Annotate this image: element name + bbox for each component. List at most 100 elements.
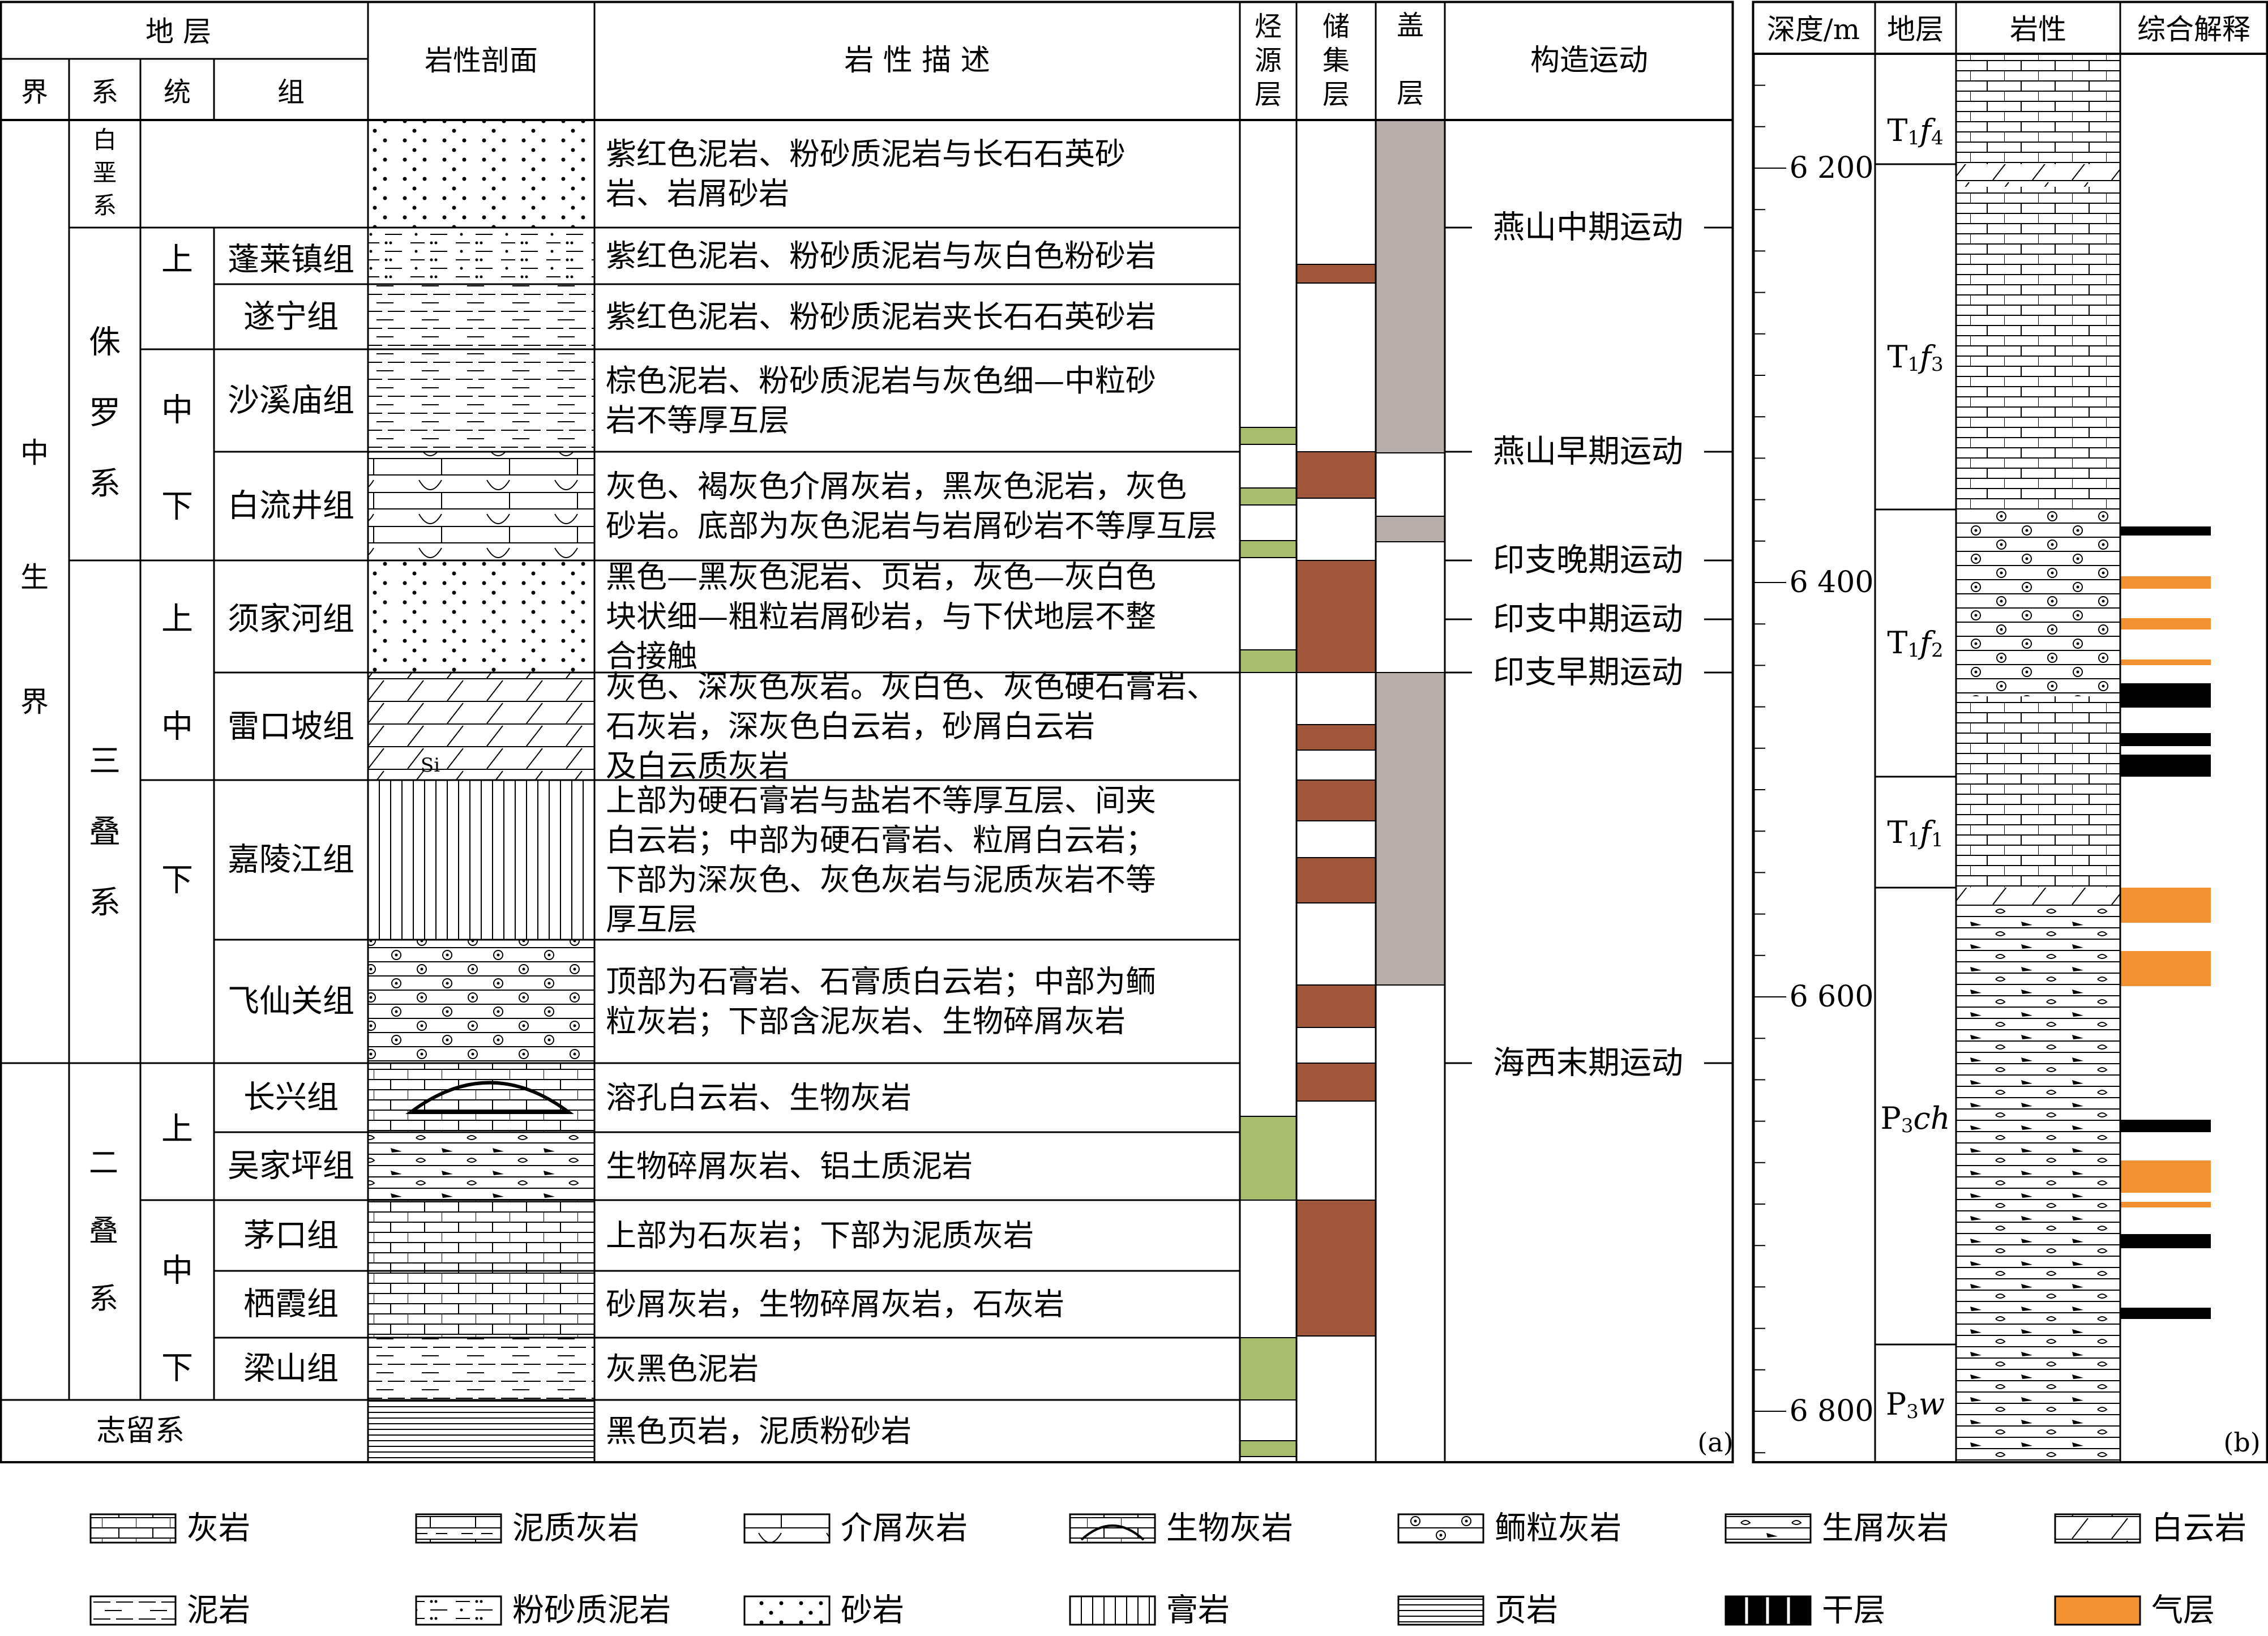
legend-swatch [744, 1596, 829, 1625]
source-header: 源 [1255, 45, 1282, 76]
legend-swatch-gas [2055, 1596, 2140, 1625]
reservoir-layer-fill [1296, 858, 1376, 903]
source-layer-fill [1240, 488, 1296, 505]
era-label: 生 [20, 561, 49, 594]
system-label: 系 [89, 885, 121, 922]
well-strata-label: T1f1 [1887, 815, 1943, 852]
legend-label: 干层 [1822, 1592, 1885, 1629]
cap-layer-fill [1376, 516, 1445, 542]
legend-label: 膏岩 [1166, 1592, 1230, 1629]
depth-tick-label: 6 800 [1790, 1394, 1874, 1428]
reservoir-header: 储 [1323, 11, 1350, 42]
formation-label: 茅口组 [243, 1218, 339, 1254]
stratigraphic-figure: Si 地 层界系统组岩性剖面岩 性 描 述烃源层储集层盖层构造运动中生界二叠系志留… [0, 0, 2268, 1634]
legend-swatch [1398, 1596, 1483, 1625]
description-text: 顶部为石膏岩、石膏质白云岩；中部为鲕 [606, 964, 1156, 1000]
source-header: 烃 [1255, 11, 1282, 42]
series-label: 中 [161, 709, 193, 746]
series-label: 上 [161, 242, 193, 279]
panel-label: (a) [1697, 1427, 1733, 1458]
legend-label: 鲕粒灰岩 [1495, 1510, 1621, 1547]
reservoir-layer-fill [1296, 780, 1376, 821]
source-layer-fill [1240, 1338, 1296, 1400]
formation-label: 长兴组 [243, 1080, 339, 1116]
gas-layer-bar [2120, 888, 2211, 923]
well-lithology-interval [1956, 509, 2120, 696]
tectonic-event-label: 印支早期运动 [1493, 654, 1683, 691]
formation-label: 雷口坡组 [228, 709, 354, 746]
legend-swatch [416, 1596, 501, 1625]
formation-label: 嘉陵江组 [228, 842, 354, 879]
description-text: 黑色页岩，泥质粉砂岩 [606, 1414, 912, 1449]
dry-layer-bar [2120, 1308, 2211, 1319]
formation-label: 梁山组 [243, 1351, 339, 1387]
series-label: 下 [161, 1350, 193, 1387]
system-label: 罗 [89, 395, 121, 432]
series-label: 下 [161, 489, 193, 525]
description-text: 上部为石灰岩；下部为泥质灰岩 [606, 1218, 1034, 1253]
lithology-profile-interval [368, 284, 594, 349]
legend-label: 砂岩 [841, 1592, 904, 1629]
system-label: 白 [93, 126, 117, 154]
system-label: 侏 [89, 324, 121, 361]
series-label: 下 [161, 862, 193, 899]
system-label: 叠 [89, 814, 121, 851]
well-strata-label: T1f3 [1887, 339, 1943, 376]
lithology-profile-interval [368, 1200, 594, 1271]
depth-header: 深度/m [1767, 13, 1860, 46]
description-text: 黑色—黑灰色泥岩、页岩，灰色—灰白色 [606, 559, 1156, 595]
source-layer-fill [1240, 1441, 1296, 1457]
formation-label: 遂宁组 [243, 299, 339, 336]
lithology-profile-interval [368, 1063, 594, 1132]
well-strata-label: T1f4 [1887, 113, 1943, 150]
dry-layer-bar [2120, 755, 2211, 777]
well-strata-label: P3ch [1880, 1100, 1950, 1138]
cap-layer-fill [1376, 120, 1445, 453]
description-text: 灰黑色泥岩 [606, 1351, 759, 1387]
system-label: 三 [89, 743, 121, 780]
well-lithology-interval [1956, 888, 2120, 906]
description-text: 砂屑灰岩，生物碎屑灰岩，石灰岩 [606, 1287, 1064, 1322]
legend-label: 页岩 [1495, 1592, 1558, 1629]
formation-label: 栖霞组 [243, 1286, 339, 1323]
era-header: 界 [21, 76, 48, 108]
gas-layer-bar [2120, 1160, 2211, 1193]
lithology-profile-interval [368, 940, 594, 1063]
gas-layer-bar [2120, 618, 2211, 629]
series-header: 统 [164, 76, 191, 108]
well-strata-label: T1f2 [1887, 625, 1943, 662]
series-label: 中 [161, 1253, 193, 1290]
series-label: 中 [161, 392, 193, 429]
formation-label: 须家河组 [228, 601, 354, 638]
reservoir-layer-fill [1296, 725, 1376, 750]
description-text: 紫红色泥岩、粉砂质泥岩与长石石英砂 [606, 136, 1126, 172]
dry-layer-bar [2120, 1120, 2211, 1132]
legend-label: 生屑灰岩 [1822, 1510, 1949, 1547]
description-text: 灰色、褐灰色介屑灰岩，黑灰色泥岩，灰色 [606, 469, 1187, 504]
source-layer-fill [1240, 1116, 1296, 1200]
description-text: 生物碎屑灰岩、铝土质泥岩 [606, 1149, 973, 1184]
depth-tick-label: 6 400 [1790, 566, 1874, 599]
legend-label: 泥质灰岩 [512, 1510, 639, 1547]
gas-layer-bar [2120, 576, 2211, 589]
system-label: 系 [93, 192, 117, 220]
interpretation-header: 综合解释 [2137, 13, 2250, 46]
tectonic-event-label: 燕山早期运动 [1493, 434, 1683, 470]
description-text: 岩、岩屑砂岩 [606, 176, 789, 212]
dry-layer-bar [2120, 683, 2211, 708]
formation-label: 沙溪庙组 [228, 383, 354, 419]
formation-label: 飞仙关组 [228, 983, 354, 1020]
well-lithology-interval [1956, 164, 2120, 187]
legend-label: 白云岩 [2151, 1510, 2246, 1547]
series-label: 上 [161, 601, 193, 638]
panel-label: (b) [2223, 1427, 2260, 1458]
well-lithology-interval [1956, 906, 2120, 1462]
era-label: 中 [20, 436, 49, 469]
source-layer-fill [1240, 650, 1296, 673]
series-label: 上 [161, 1111, 193, 1148]
tectonic-event-label: 海西末期运动 [1493, 1045, 1683, 1082]
description-header: 岩 性 描 述 [844, 44, 990, 78]
depth-tick-label: 6 600 [1790, 980, 1874, 1014]
era-label: 系 [89, 1282, 118, 1316]
system-label: 垩 [93, 159, 117, 187]
